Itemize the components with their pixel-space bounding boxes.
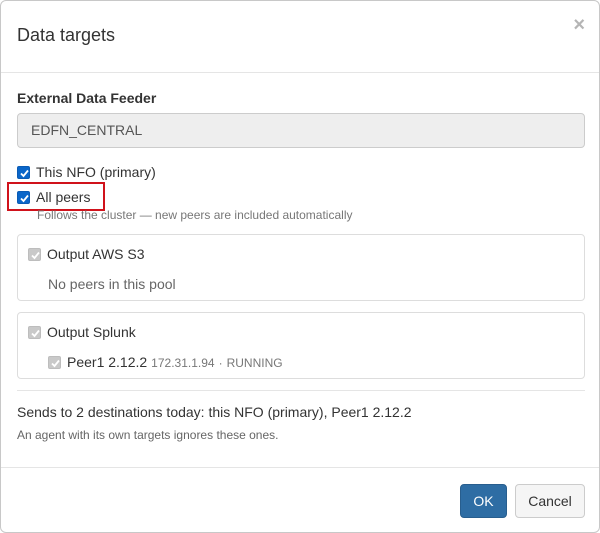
summary-note: An agent with its own targets ignores th… [17,428,279,442]
all-peers-checkbox[interactable] [17,190,30,204]
summary-text: Sends to 2 destinations today: this NFO … [17,404,412,420]
peer-separator: · [218,356,223,370]
this-nfo-label: This NFO (primary) [36,164,156,180]
splunk-checkbox[interactable] [28,325,41,339]
peer-item[interactable]: Peer1 2.12.2 172.31.1.94 · RUNNING [48,354,283,370]
aws-s3-label: Output AWS S3 [47,246,145,262]
divider [17,390,585,391]
data-targets-dialog: Data targets × External Data Feeder EDFN… [0,0,600,533]
close-icon[interactable]: × [573,15,585,35]
dialog-title: Data targets [17,25,116,45]
cancel-button[interactable]: Cancel [515,484,585,518]
splunk-label: Output Splunk [47,324,136,340]
peer-ip: 172.31.1.94 [151,356,215,370]
ok-button[interactable]: OK [460,484,507,518]
aws-s3-checkbox[interactable] [28,247,41,261]
group-title-splunk[interactable]: Output Splunk [28,324,136,340]
peer-status: RUNNING [226,356,283,370]
group-title-aws-s3[interactable]: Output AWS S3 [28,246,145,262]
aws-s3-empty-text: No peers in this pool [48,276,176,292]
peer1-checkbox[interactable] [48,355,61,369]
group-output-splunk: Output Splunk Peer1 2.12.2 172.31.1.94 · RU… [17,312,585,379]
all-peers-option[interactable]: All peers [17,189,90,205]
peer-name: Peer1 2.12.2 [67,354,148,370]
this-nfo-option[interactable]: This NFO (primary) [17,164,156,180]
all-peers-hint: Follows the cluster — new peers are incl… [37,208,353,222]
feeder-input[interactable]: EDFN_CENTRAL [17,113,585,148]
footer-divider [1,467,599,468]
dialog-header: Data targets × [1,1,599,73]
this-nfo-checkbox[interactable] [17,165,30,179]
feeder-label: External Data Feeder [17,90,157,106]
all-peers-label: All peers [36,189,91,205]
group-output-aws-s3: Output AWS S3 No peers in this pool [17,234,585,301]
